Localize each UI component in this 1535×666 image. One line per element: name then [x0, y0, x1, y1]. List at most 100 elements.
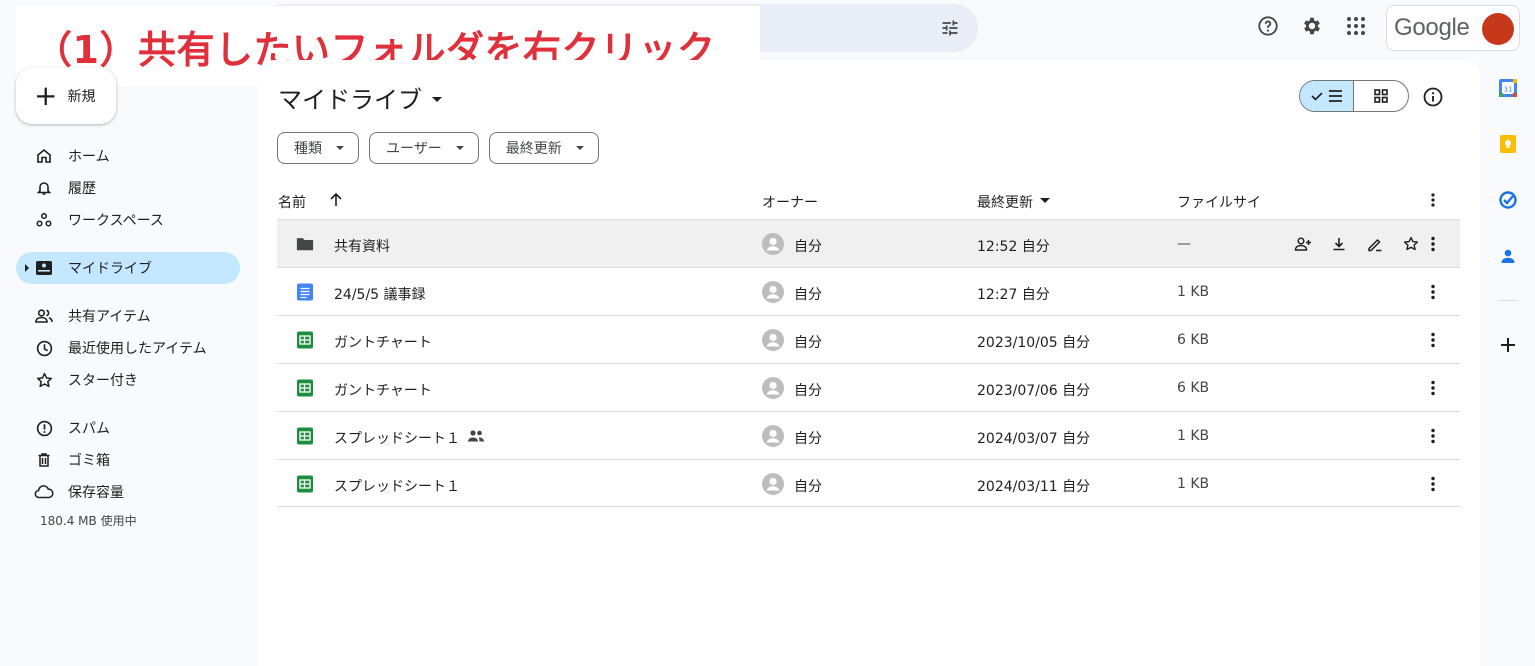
- file-name: ガントチャート: [334, 335, 432, 351]
- tasks-icon[interactable]: [1498, 190, 1518, 210]
- more-vertical-icon[interactable]: [1423, 330, 1443, 350]
- chevron-down-icon: [575, 146, 584, 150]
- folder-icon: [296, 238, 314, 251]
- sidebar-item-home[interactable]: ホーム: [16, 140, 240, 172]
- plus-icon: +: [34, 79, 58, 112]
- more-vertical-icon[interactable]: [1423, 282, 1443, 302]
- file-name: ガントチャート: [334, 383, 432, 399]
- sidebar-item-label: マイドライブ: [68, 261, 152, 277]
- owner-avatar-icon: [762, 281, 784, 303]
- table-row[interactable]: 24/5/5 議事録 自分 12:27 自分 1 KB: [277, 267, 1460, 315]
- file-name: 24/5/5 議事録: [334, 287, 426, 303]
- sidebar-item-workspace[interactable]: ワークスペース: [16, 204, 240, 236]
- help-icon[interactable]: [1256, 14, 1280, 38]
- modified-date: 12:52 自分: [977, 239, 1050, 255]
- modified-date: 2024/03/07 自分: [977, 431, 1091, 447]
- main-panel: マイドライブ 種類 ユーザー 最終更新 名前 オーナー 最終更新 ファイルサイ …: [258, 60, 1480, 666]
- star-icon: [34, 370, 54, 390]
- keep-icon[interactable]: [1498, 134, 1518, 154]
- column-size[interactable]: ファイルサイ: [1177, 192, 1261, 212]
- filter-chips: 種類 ユーザー 最終更新: [277, 132, 599, 164]
- modified-date: 2024/03/11 自分: [977, 479, 1091, 495]
- more-vertical-icon[interactable]: [1423, 378, 1443, 398]
- cloud-icon: [34, 482, 54, 502]
- add-addon-plus-icon[interactable]: [1498, 335, 1518, 355]
- filter-modified[interactable]: 最終更新: [488, 132, 599, 164]
- rail-divider: [1498, 300, 1518, 301]
- star-outline-icon[interactable]: [1401, 234, 1421, 254]
- sidebar-item-my-drive[interactable]: マイドライブ: [16, 252, 240, 284]
- sidebar-item-spam[interactable]: スパム: [16, 412, 240, 444]
- owner-name: 自分: [794, 431, 822, 447]
- sidebar-item-label: ゴミ箱: [68, 453, 110, 469]
- table-row[interactable]: スプレッドシート１ 自分 2024/03/11 自分 1 KB: [277, 459, 1460, 507]
- sidebar-item-shared[interactable]: 共有アイテム: [16, 300, 240, 332]
- file-size: —: [1177, 236, 1191, 252]
- modified-date: 2023/10/05 自分: [977, 335, 1091, 351]
- sidebar-item-label: ホーム: [68, 149, 110, 165]
- people-icon: [34, 306, 54, 326]
- grid-view-button[interactable]: [1354, 81, 1408, 111]
- filter-label: 種類: [294, 141, 322, 157]
- list-view-button[interactable]: [1300, 81, 1355, 111]
- table-row[interactable]: 共有資料 自分 12:52 自分 —: [277, 219, 1460, 267]
- table-row[interactable]: ガントチャート 自分 2023/07/06 自分 6 KB: [277, 363, 1460, 411]
- more-vertical-icon[interactable]: [1423, 234, 1443, 254]
- search-options-icon[interactable]: [940, 18, 960, 38]
- google-sheets-icon: [297, 475, 313, 493]
- settings-gear-icon[interactable]: [1300, 14, 1324, 38]
- more-vertical-icon[interactable]: [1425, 192, 1441, 208]
- sort-caret-icon[interactable]: [1040, 198, 1050, 203]
- modified-date: 2023/07/06 自分: [977, 383, 1091, 399]
- file-name: スプレッドシート１: [334, 479, 460, 495]
- owner-avatar-icon: [762, 377, 784, 399]
- rename-pencil-icon[interactable]: [1365, 234, 1385, 254]
- share-person-add-icon[interactable]: [1293, 234, 1313, 254]
- file-list: 共有資料 自分 12:52 自分 — 24/5/5 議事録 自分 12:27 自…: [277, 219, 1460, 507]
- filter-people[interactable]: ユーザー: [369, 132, 479, 164]
- table-header: 名前 オーナー 最終更新 ファイルサイ: [278, 180, 1460, 220]
- workspace-icon: [34, 210, 54, 230]
- sort-arrow-up-icon[interactable]: [329, 192, 343, 208]
- more-vertical-icon[interactable]: [1423, 426, 1443, 446]
- clock-icon: [34, 338, 54, 358]
- svg-text:31: 31: [1504, 86, 1513, 94]
- sidebar-item-starred[interactable]: スター付き: [16, 364, 240, 396]
- file-size: 6 KB: [1177, 380, 1210, 396]
- more-vertical-icon[interactable]: [1423, 474, 1443, 494]
- page-title-text: マイドライブ: [278, 86, 422, 114]
- sidebar-item-label: 最近使用したアイテム: [68, 341, 207, 357]
- new-button-label: 新規: [67, 89, 96, 105]
- filter-label: ユーザー: [386, 141, 442, 157]
- owner-name: 自分: [794, 383, 822, 399]
- page-title[interactable]: マイドライブ: [278, 80, 442, 115]
- sidebar-item-storage[interactable]: 保存容量: [16, 476, 240, 508]
- owner-avatar-icon: [762, 473, 784, 495]
- sidebar-item-recent[interactable]: 最近使用したアイテム: [16, 332, 240, 364]
- view-toggle: [1299, 80, 1409, 112]
- owner-avatar-icon: [762, 329, 784, 351]
- spam-icon: [34, 418, 54, 438]
- sidebar-item-activity[interactable]: 履歴: [16, 172, 240, 204]
- column-name[interactable]: 名前: [278, 192, 306, 212]
- download-icon[interactable]: [1329, 234, 1349, 254]
- contacts-icon[interactable]: [1498, 246, 1518, 266]
- chevron-down-icon: [432, 97, 442, 102]
- sidebar-item-label: 共有アイテム: [68, 309, 151, 325]
- chevron-down-icon: [455, 146, 464, 150]
- info-icon[interactable]: [1422, 86, 1444, 108]
- sidebar-nav-storage: スパム ゴミ箱 保存容量: [16, 412, 240, 508]
- sidebar-item-trash[interactable]: ゴミ箱: [16, 444, 240, 476]
- filter-type[interactable]: 種類: [277, 132, 359, 164]
- table-row[interactable]: スプレッドシート１ 自分 2024/03/07 自分 1 KB: [277, 411, 1460, 459]
- column-modified[interactable]: 最終更新: [977, 192, 1033, 212]
- table-row[interactable]: ガントチャート 自分 2023/10/05 自分 6 KB: [277, 315, 1460, 363]
- apps-grid-icon[interactable]: [1344, 14, 1368, 38]
- expand-caret-icon[interactable]: [25, 264, 29, 272]
- google-sheets-icon: [297, 427, 313, 445]
- calendar-icon[interactable]: 31: [1498, 78, 1518, 98]
- new-button[interactable]: + 新規: [16, 68, 116, 124]
- google-sheets-icon: [297, 331, 313, 349]
- column-owner[interactable]: オーナー: [762, 192, 818, 212]
- owner-name: 自分: [794, 287, 822, 303]
